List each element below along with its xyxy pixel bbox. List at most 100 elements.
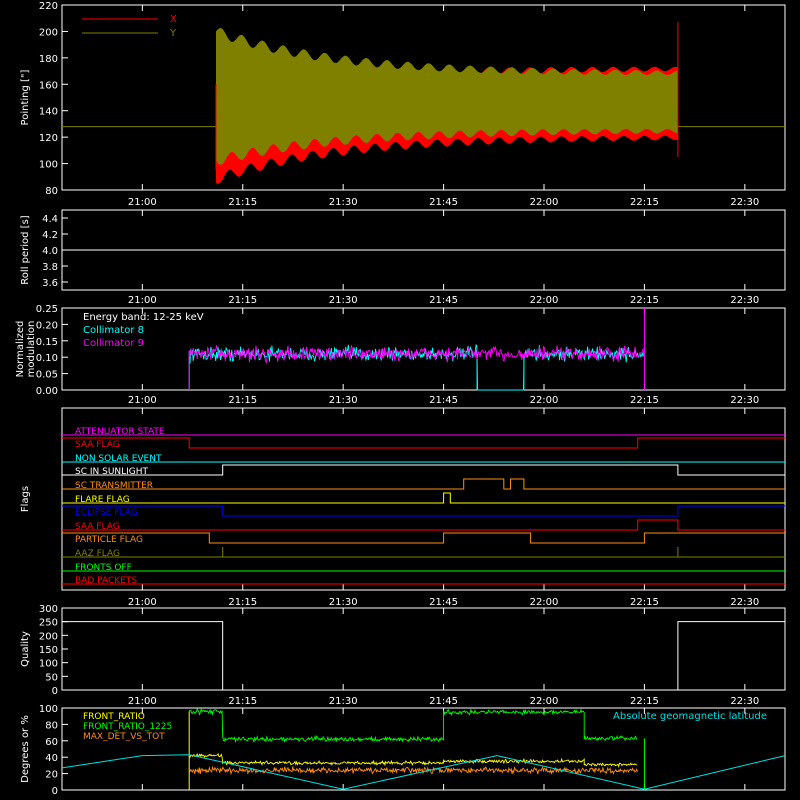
x-tick-label: 22:30 (730, 597, 759, 608)
legend-x-label: X (170, 14, 177, 25)
quality-trace (62, 621, 785, 691)
pointing-series-group (62, 22, 785, 184)
legend-collimator8: Collimator 8 (83, 325, 144, 336)
y-tick-label: 0.15 (36, 337, 58, 348)
y-tick-label: 180 (39, 54, 58, 65)
x-tick-label: 22:30 (730, 696, 759, 707)
y-tick-label: 50 (45, 672, 58, 683)
flag-trace (62, 478, 785, 490)
y-tick-label: 0.25 (36, 304, 58, 315)
x-tick-label: 21:00 (128, 696, 157, 707)
geomagnetic-latitude-label: Absolute geomagnetic latitude (613, 711, 767, 722)
x-tick-label: 22:00 (530, 295, 559, 306)
x-tick-label: 22:00 (530, 395, 559, 406)
x-tick-label: 21:45 (429, 295, 458, 306)
y-tick-label: 40 (45, 753, 58, 764)
y-tick-label: 20 (45, 770, 58, 781)
flag-trace (62, 519, 785, 531)
y-tick-label: 150 (39, 645, 58, 656)
x-tick-label: 21:15 (228, 696, 257, 707)
y-tick-label: 200 (39, 631, 58, 642)
y-tick-label: 80 (45, 186, 58, 197)
y-tick-label: 0.20 (36, 320, 58, 331)
flag-trace (62, 505, 785, 517)
x-tick-label: 22:00 (530, 597, 559, 608)
y-tick-label: 120 (39, 133, 58, 144)
y-axis-label: Quality (20, 631, 31, 667)
x-tick-label: 21:00 (128, 395, 157, 406)
flag-trace (62, 532, 785, 544)
ratio-legend-1: FRONT_RATIO_1225 (83, 722, 172, 732)
legend-y-label: Y (169, 28, 177, 39)
y-tick-label: 0.10 (36, 353, 58, 364)
y-axis-label: Flags (20, 486, 31, 512)
y-axis-label: modulation (26, 321, 37, 378)
y-axis-label: Roll period [s] (20, 215, 31, 284)
y-tick-label: 60 (45, 737, 58, 748)
y-tick-label: 100 (39, 160, 58, 171)
x-tick-label: 22:00 (530, 696, 559, 707)
y-axis-label: Normalized (15, 321, 26, 378)
flag-label: SAA FLAG (75, 440, 120, 450)
flag-trace (62, 464, 785, 476)
x-tick-label: 21:00 (128, 597, 157, 608)
quality-plot-frame (61, 607, 786, 691)
flag-label: PARTICLE FLAG (75, 535, 143, 545)
x-tick-label: 22:30 (730, 395, 759, 406)
y-tick-label: 4.2 (42, 230, 58, 241)
x-tick-label: 22:30 (730, 295, 759, 306)
flag-trace (62, 437, 785, 449)
x-tick-label: 21:15 (228, 197, 257, 208)
legend-collimator9: Collimator 9 (83, 338, 144, 349)
y-tick-label: 0.00 (36, 386, 58, 397)
ratio-trace-2 (189, 765, 638, 776)
x-tick-label: 21:00 (128, 295, 157, 306)
y-tick-label: 160 (39, 80, 58, 91)
y-tick-label: 100 (39, 659, 58, 670)
x-tick-label: 22:30 (730, 197, 759, 208)
x-tick-label: 21:30 (329, 395, 358, 406)
y-tick-label: 0.05 (36, 370, 58, 381)
y-tick-label: 4.0 (42, 246, 58, 257)
y-tick-label: 300 (39, 604, 58, 615)
y-axis-label: Pointing ["] (20, 69, 31, 125)
y-tick-label: 0 (52, 686, 58, 697)
y-tick-label: 220 (39, 1, 58, 12)
x-tick-label: 22:15 (630, 395, 659, 406)
flag-label: ECLIPSE FLAG (75, 508, 138, 518)
x-tick-label: 21:30 (329, 295, 358, 306)
flag-trace (62, 547, 785, 558)
rhessi-quicklook-figure: 21:00 21:15 21:30 21:45 22:00 22:15 22:30 80 100… (15, 1, 786, 797)
y-tick-label: 80 (45, 720, 58, 731)
y-tick-label: 3.8 (42, 262, 58, 273)
x-tick-label: 21:45 (429, 197, 458, 208)
y-tick-label: 100 (39, 704, 58, 715)
ratio-legend-0: FRONT_RATIO (83, 712, 145, 722)
y-tick-label: 0 (52, 786, 58, 797)
y-tick-label: 140 (39, 107, 58, 118)
x-tick-label: 21:45 (429, 395, 458, 406)
x-tick-label: 22:15 (630, 197, 659, 208)
x-tick-label: 21:15 (228, 395, 257, 406)
y-tick-label: 200 (39, 27, 58, 38)
energy-band-annotation: Energy band: 12-25 keV (83, 312, 204, 323)
x-tick-label: 21:45 (429, 597, 458, 608)
geomagnetic-latitude-trace (61, 754, 786, 790)
flag-trace (62, 492, 785, 504)
ratio-trace-0 (188, 752, 638, 769)
x-tick-label: 21:00 (128, 197, 157, 208)
y-tick-label: 3.6 (42, 278, 58, 289)
x-tick-label: 22:00 (530, 197, 559, 208)
x-tick-label: 22:15 (630, 696, 659, 707)
y-tick-label: 4.4 (42, 214, 58, 225)
x-tick-label: 21:30 (329, 696, 358, 707)
x-tick-label: 21:15 (228, 295, 257, 306)
x-tick-label: 21:45 (429, 696, 458, 707)
ratio-legend-2: MAX_DET_VS_TOT (83, 732, 165, 742)
x-tick-label: 21:30 (329, 197, 358, 208)
x-tick-label: 21:15 (228, 597, 257, 608)
y-tick-label: 250 (39, 618, 58, 629)
x-tick-label: 22:15 (630, 597, 659, 608)
y-axis-label: Degrees or % (20, 715, 31, 783)
ratio-trace-1 (188, 707, 638, 744)
